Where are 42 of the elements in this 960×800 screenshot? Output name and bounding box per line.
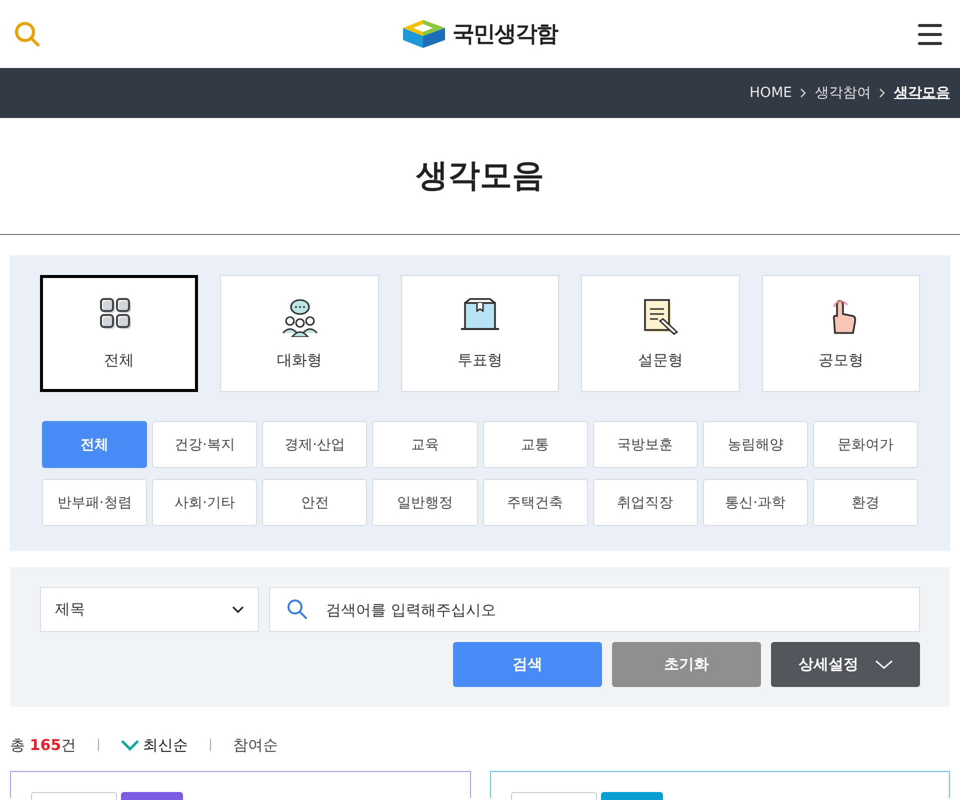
category-button[interactable]: 건강·복지	[152, 421, 258, 468]
category-button[interactable]: 농림해양	[702, 421, 808, 468]
type-tab[interactable]: 투표형	[400, 275, 560, 392]
check-icon	[121, 739, 140, 751]
breadcrumb-link[interactable]: HOME	[750, 85, 792, 101]
category-button[interactable]: 통신·과학	[702, 479, 808, 526]
logo-text[interactable]: 국민생각함	[452, 19, 558, 49]
category-button[interactable]: 안전	[262, 479, 368, 526]
breadcrumb-link[interactable]: 생각참여	[815, 84, 871, 102]
type-tab[interactable]: 공모형	[762, 275, 920, 392]
category-button[interactable]: 사회·기타	[152, 479, 258, 526]
type-tab[interactable]: 설문형	[581, 275, 740, 392]
category-button[interactable]: 취업직장	[592, 479, 698, 526]
total-count: 총 165건	[10, 736, 76, 754]
category-button[interactable]: 반부패·청렴	[42, 479, 148, 526]
breadcrumb-link[interactable]: 생각모음	[894, 84, 950, 102]
people-chat-icon	[280, 297, 320, 337]
post-card[interactable]	[10, 771, 470, 798]
chevron-icon	[879, 88, 886, 98]
search-field[interactable]: 검색어를 입력해주십시오	[269, 587, 920, 632]
chevron-down-icon	[232, 606, 244, 614]
type-tab[interactable]: 전체	[40, 275, 198, 392]
category-button[interactable]: 문화여가	[812, 421, 918, 468]
category-button[interactable]: 교육	[372, 421, 478, 468]
chevron-icon	[800, 88, 807, 98]
post-card[interactable]	[490, 771, 950, 798]
category-button[interactable]: 일반행정	[372, 479, 478, 526]
sort-option[interactable]: 참여순	[233, 736, 278, 754]
menu-icon[interactable]	[918, 22, 942, 46]
search-icon	[287, 599, 307, 619]
chevron-down-icon	[874, 660, 892, 669]
page-title: 생각모음	[416, 155, 544, 196]
category-button[interactable]: 국방보훈	[592, 421, 698, 468]
type-tab[interactable]: 대화형	[220, 275, 379, 392]
advanced-settings-button[interactable]: 상세설정	[771, 642, 920, 687]
category-button[interactable]: 교통	[482, 421, 588, 468]
category-button[interactable]: 경제·산업	[262, 421, 368, 468]
sort-option[interactable]: 최신순	[143, 736, 188, 754]
category-button[interactable]: 주택건축	[482, 479, 588, 526]
logo-icon	[400, 18, 446, 50]
category-button[interactable]: 환경	[812, 479, 918, 526]
field-select[interactable]: 제목	[40, 587, 259, 632]
